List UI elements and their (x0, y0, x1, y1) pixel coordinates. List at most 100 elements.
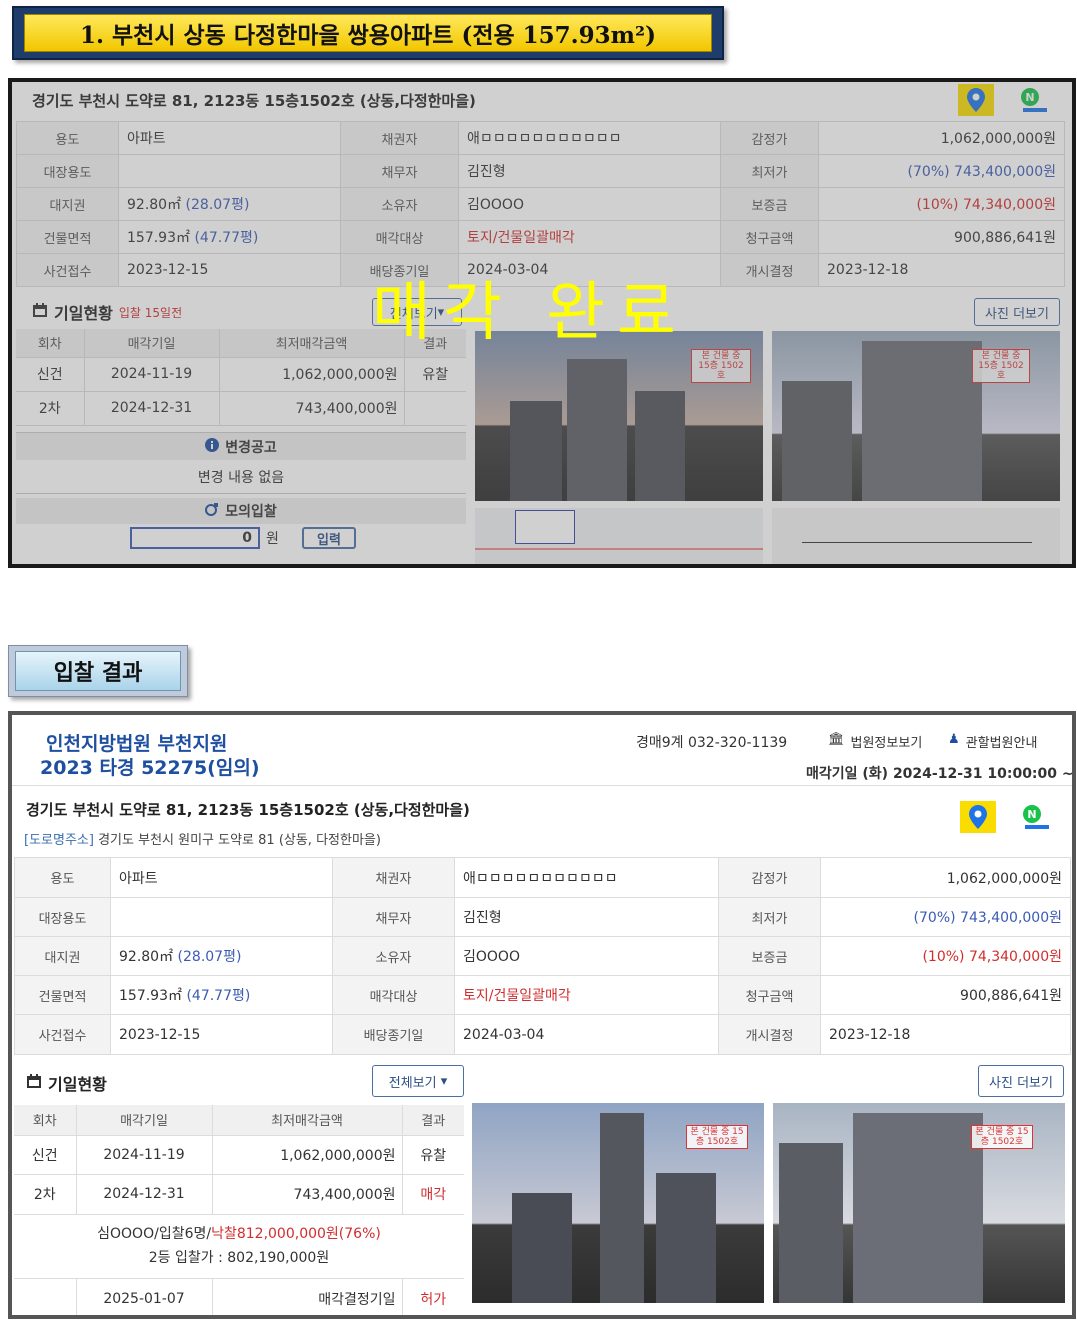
photo-more-button[interactable]: 사진 더보기 (974, 298, 1060, 326)
photo-unit-label: 본 건물 중 15층 1502호 (971, 1125, 1033, 1149)
info-row: 건물면적 157.93㎡ (47.77평) 매각대상 토지/건물일괄매각 청구금… (14, 975, 1071, 1015)
value-start-decision: 2023-12-18 (818, 253, 1065, 287)
map-pin-icon[interactable] (960, 801, 996, 833)
naver-map-icon[interactable]: N (1018, 801, 1054, 833)
map-pin-icon[interactable] (958, 84, 994, 116)
mock-bid-submit-button[interactable]: 입력 (302, 527, 356, 549)
label-case-receipt: 사건접수 (14, 1014, 111, 1055)
property-photo-1[interactable]: 본 건물 중 15층 1502호 (475, 331, 763, 501)
decision-result: 허가 (401, 1278, 464, 1315)
value-land-right: 92.80㎡ (28.07평) (118, 187, 341, 221)
price: 743,400,000원 (218, 391, 404, 426)
table-row: 신건 2024-11-19 1,062,000,000원 유찰 (14, 1135, 464, 1175)
decision-round (14, 1278, 76, 1315)
label-appraisal: 감정가 (720, 121, 819, 155)
floor-plan-thumbnail[interactable] (772, 508, 1060, 564)
label-owner: 소유자 (332, 936, 455, 976)
label-dividend-deadline: 배당종기일 (332, 1014, 455, 1055)
mock-bid-unit: 원 (266, 531, 279, 547)
schedule-title: 기일현황 (26, 1071, 107, 1095)
value-ledger-usage (118, 154, 341, 188)
winner-bidder: 심OOOO/입찰6명/ (97, 1226, 212, 1242)
info-row: 대지권 92.80㎡ (28.07평) 소유자 김OOOO 보증금 (10%) … (14, 936, 1071, 976)
title-banner: 1. 부천시 상동 다정한마을 쌍용아파트 (전용 157.93m²) (12, 6, 724, 60)
court-building-icon: 🏛 (828, 732, 845, 747)
value-usage: 아파트 (110, 857, 333, 898)
round: 2차 (14, 1174, 76, 1215)
value-owner: 김OOOO (458, 187, 721, 221)
building-shape (782, 381, 852, 501)
value-min-price: (70%) 743,400,000원 (818, 154, 1065, 188)
value-deposit: (10%) 74,340,000원 (818, 187, 1065, 221)
label-min-price: 최저가 (718, 897, 821, 937)
building-shape (567, 359, 627, 501)
value-creditor: 애ㅁㅁㅁㅁㅁㅁㅁㅁㅁㅁㅁ (454, 857, 719, 898)
result (403, 391, 466, 426)
value-min-price: (70%) 743,400,000원 (820, 897, 1071, 937)
building-shape (656, 1173, 716, 1303)
property-info-table: 용도 아파트 채권자 애ㅁㅁㅁㅁㅁㅁㅁㅁㅁㅁㅁ 감정가 1,062,000,00… (14, 857, 1071, 1055)
map-road (475, 548, 763, 550)
building-shape (853, 1113, 983, 1303)
change-notice-body: 변경 내용 없음 (16, 460, 466, 494)
schedule-title: 기일현황 입찰 15일전 (32, 300, 182, 324)
court-info-link[interactable]: 🏛 법원정보보기 (828, 732, 922, 751)
value-debtor: 김진형 (454, 897, 719, 937)
value-sale-target: 토지/건물일괄매각 (454, 975, 719, 1015)
info-row: 대장용도 채무자 김진형 최저가 (70%) 743,400,000원 (14, 897, 1071, 937)
court-name[interactable]: 인천지방법원 부천지원 (46, 729, 227, 756)
table-row: 2차 2024-12-31 743,400,000원 매각 (14, 1174, 464, 1215)
svg-text:N: N (1027, 808, 1036, 821)
photo-more-button[interactable]: 사진 더보기 (978, 1065, 1064, 1097)
property-photo-1[interactable]: 본 건물 중 15층 1502호 (472, 1103, 764, 1303)
date: 2024-12-31 (83, 391, 219, 426)
value-ledger-usage (110, 897, 333, 937)
col-date: 매각기일 (83, 329, 219, 358)
label-sale-target: 매각대상 (340, 220, 459, 254)
mock-bid-input[interactable]: 0 (130, 527, 260, 549)
info-row: 용도 아파트 채권자 애ㅁㅁㅁㅁㅁㅁㅁㅁㅁㅁㅁ 감정가 1,062,000,00… (14, 857, 1071, 898)
label-sale-target: 매각대상 (332, 975, 455, 1015)
value-appraisal: 1,062,000,000원 (818, 121, 1065, 155)
view-all-button[interactable]: 전체보기 ▾ (372, 1065, 464, 1097)
decision-date: 2025-01-07 (75, 1278, 212, 1315)
info-row: 대장용도 채무자 김진형 최저가 (70%) 743,400,000원 (16, 154, 1065, 188)
value-claim: 900,886,641원 (818, 220, 1065, 254)
result-sold: 매각 (401, 1174, 464, 1215)
building-shape (635, 391, 685, 501)
schedule-note: 입찰 15일전 (118, 305, 183, 320)
price: 1,062,000,000원 (211, 1135, 402, 1175)
value-debtor: 김진형 (458, 154, 721, 188)
change-notice-header: 변경공고 (16, 432, 466, 460)
value-owner: 김OOOO (454, 936, 719, 976)
naver-map-icon[interactable]: N (1016, 84, 1052, 116)
info-row: 건물면적 157.93㎡ (47.77평) 매각대상 토지/건물일괄매각 청구금… (16, 220, 1065, 254)
value-claim: 900,886,641원 (820, 975, 1071, 1015)
value-dividend-deadline: 2024-03-04 (454, 1014, 719, 1055)
auction-panel-result: 인천지방법원 부천지원 2023 타경 52275(임의) 경매9계 032-3… (8, 711, 1076, 1319)
label-land-right: 대지권 (16, 187, 119, 221)
col-date: 매각기일 (75, 1105, 212, 1136)
value-start-decision: 2023-12-18 (820, 1014, 1071, 1055)
sold-overlay-text: 매각 완료 (372, 276, 688, 350)
label-usage: 용도 (16, 121, 119, 155)
jurisdiction-link[interactable]: ♟ 관할법원안내 (948, 732, 1037, 751)
result-banner-text: 입찰 결과 (15, 651, 181, 691)
sale-date-line: 매각기일 (화) 2024-12-31 10:00:00 ~ (806, 766, 1074, 782)
info-row: 용도 아파트 채권자 애ㅁㅁㅁㅁㅁㅁㅁㅁㅁㅁㅁ 감정가 1,062,000,00… (16, 121, 1065, 155)
building-shape (510, 401, 562, 501)
label-land-right: 대지권 (14, 936, 111, 976)
svg-text:N: N (1025, 91, 1034, 104)
decision-label: 매각결정기일 (211, 1278, 402, 1315)
property-photo-2[interactable]: 본 건물 중 15층 1502호 (773, 1103, 1065, 1303)
label-start-decision: 개시결정 (718, 1014, 821, 1055)
photo-unit-label: 본 건물 중 15층 1502호 (972, 349, 1030, 383)
map-thumbnail[interactable] (475, 508, 763, 564)
calendar-icon (32, 302, 48, 322)
auction-panel-before: 경기도 부천시 도약로 81, 2123동 15층1502호 (상동,다정한마을… (8, 78, 1076, 568)
schedule-table: 회차 매각기일 최저매각금액 결과 신건 2024-11-19 1,062,00… (14, 1105, 464, 1315)
property-photo-2[interactable]: 본 건물 중 15층 1502호 (772, 331, 1060, 501)
label-owner: 소유자 (340, 187, 459, 221)
property-address: 경기도 부천시 도약로 81, 2123동 15층1502호 (상동,다정한마을… (26, 801, 470, 819)
label-creditor: 채권자 (340, 121, 459, 155)
